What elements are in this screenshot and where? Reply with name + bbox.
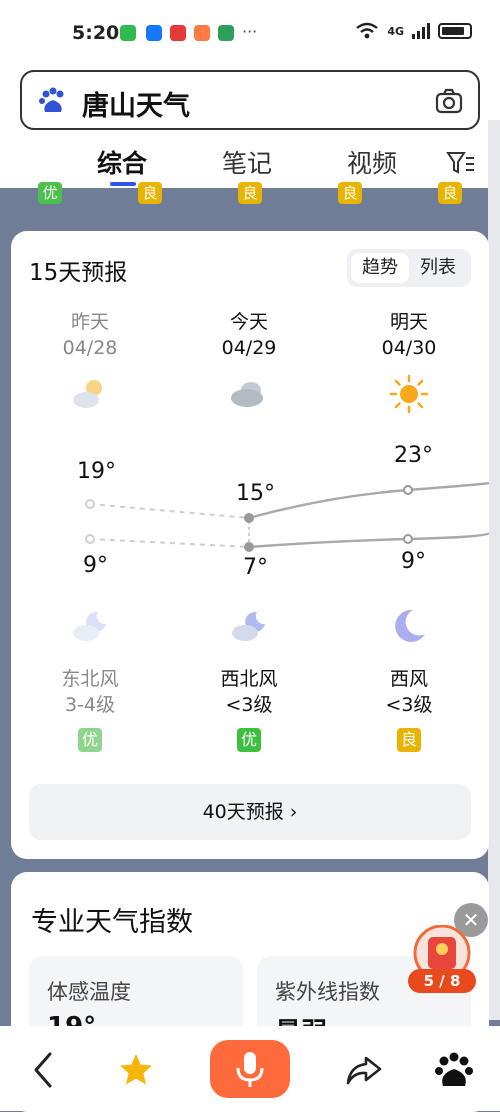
high-temp-label: 23° [394,443,433,468]
wind-direction: 西北风 [220,668,278,690]
day-date: 04/30 [381,337,437,359]
high-temp-line-past [89,503,250,519]
wind-level: 3-4级 [64,694,116,716]
camera-icon[interactable] [434,86,464,116]
weather-index-title: 专业天气指数 [31,907,193,938]
forecast-title: 15天预报 [29,260,128,286]
tab-general[interactable]: 综合 [97,144,147,180]
red-packet-count: 5 / 8 [408,969,476,993]
red-packet-widget[interactable]: 5 / 8 [408,925,476,997]
day-date: 04/29 [221,337,277,359]
wifi-icon [356,22,379,39]
cloudy-moon-icon [232,611,265,641]
low-temp-point [85,534,95,544]
voice-search-button[interactable] [210,1040,290,1098]
tab-active-indicator [110,182,136,186]
low-temp-label: 7° [243,555,268,580]
microphone-icon [236,1052,264,1087]
status-time: 5:20 [72,22,120,44]
more-notifications-icon: ··· [242,22,258,41]
view-toggle: 趋势 列表 [347,249,471,287]
low-temp-line-past [89,538,250,548]
day-name: 昨天 [70,311,109,333]
tab-video[interactable]: 视频 [347,144,397,180]
high-temp-point [244,513,254,523]
cloudy-moon-icon [73,611,106,641]
tab-notes[interactable]: 笔记 [222,144,272,180]
low-temp-point [244,542,254,552]
filter-icon[interactable] [446,150,476,176]
status-indicators: 4G [355,22,472,40]
aqi-badge: 良 [397,728,421,752]
forecast-card: 15天预报 趋势 列表 昨天 04/28 东北风 3-4级 优 今天 04/29 [11,231,491,859]
back-icon[interactable] [24,1050,64,1090]
share-icon[interactable] [344,1050,384,1090]
high-temp-line [248,481,490,520]
aqi-badge: 良 [138,182,162,204]
bottom-bar [0,1026,500,1111]
cloudy-icon [231,382,263,407]
day-date: 04/28 [62,337,118,359]
partly-sunny-icon [73,380,102,408]
scroll-edge [488,120,500,1020]
signal-icon [412,23,430,39]
search-query: 唐山天气 [82,91,190,122]
aqi-badge: 良 [338,182,362,204]
status-bar: 5:20 ··· 4G [0,0,500,66]
baidu-paw-icon [39,87,64,112]
network-type: 4G [387,24,404,38]
search-input[interactable]: 唐山天气 [20,70,480,130]
low-temp-label: 9° [83,553,108,578]
aqi-badge: 优 [237,728,261,752]
scrolled-aqi-strip: 优 良 良 良 良 [0,182,500,208]
high-temp-point [403,485,413,495]
star-icon[interactable] [116,1050,156,1090]
day-name: 明天 [389,311,428,333]
low-temp-line [248,532,491,549]
low-temp-label: 9° [401,549,426,574]
temperature-trend-chart: 19° 9° 15° 7° 23° 9° [11,441,491,591]
wind-level: <3级 [225,694,273,716]
toggle-list[interactable]: 列表 [409,253,467,283]
app-green-icon [218,25,234,41]
low-temp-point [403,534,413,544]
aqi-badge: 优 [38,182,62,204]
index-title: 紫外线指数 [275,980,380,1004]
high-temp-point [85,499,95,509]
wind-level: <3级 [385,694,433,716]
high-temp-label: 15° [236,481,275,506]
wind-direction: 西风 [389,668,428,690]
wechat-icon [120,25,136,41]
sunny-icon [389,374,429,414]
high-temp-label: 19° [77,459,116,484]
baidu-paw-icon[interactable] [434,1050,474,1090]
aqi-badge: 良 [438,182,462,204]
aqi-badge: 良 [238,182,262,204]
day-name: 今天 [229,311,268,333]
40-day-forecast-button[interactable]: 40天预报 › [29,784,471,840]
alipay-icon [146,25,162,41]
header: 唐山天气 综合 笔记 视频 [0,66,500,188]
app-red-icon [170,25,186,41]
aqi-badge: 优 [78,728,102,752]
health-icon [194,25,210,41]
clear-moon-icon [395,609,425,642]
wind-direction: 东北风 [61,668,119,690]
index-title: 体感温度 [47,980,131,1004]
toggle-trend[interactable]: 趋势 [351,253,409,283]
battery-icon [438,23,472,39]
